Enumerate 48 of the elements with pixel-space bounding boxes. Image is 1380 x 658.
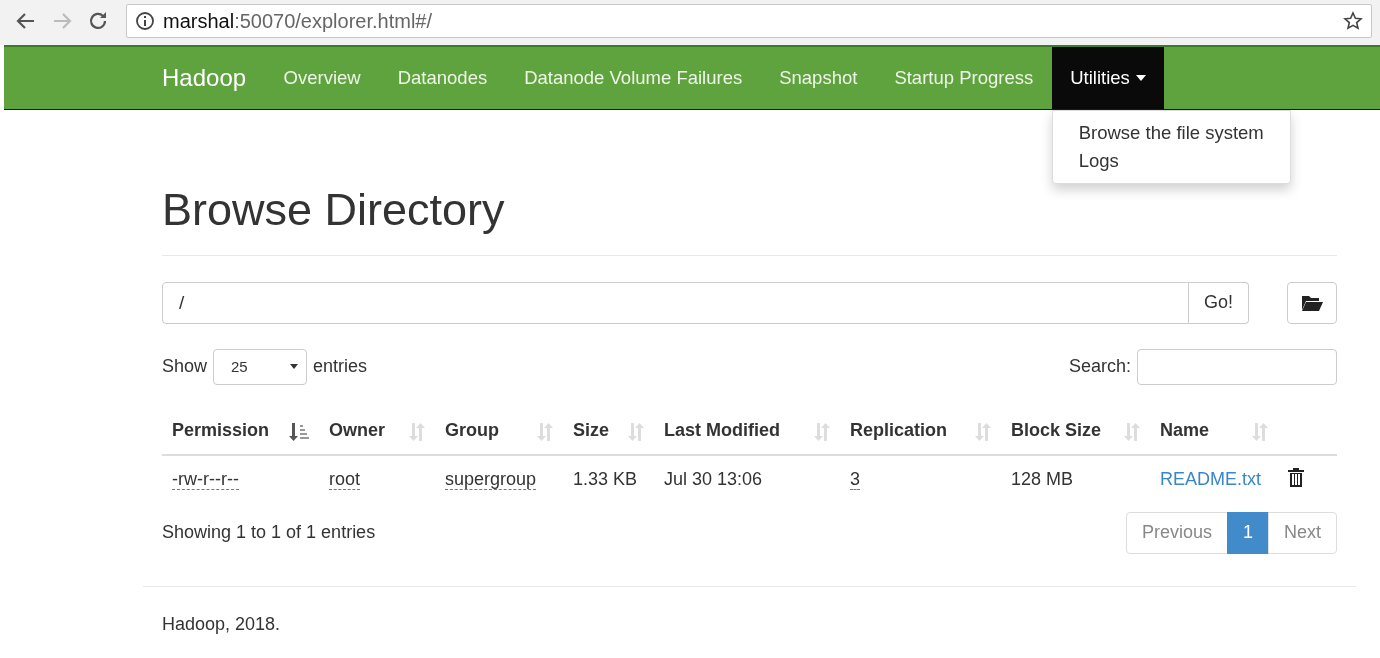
sort-icon[interactable] xyxy=(1252,422,1268,441)
table-cell: 1.33 KB xyxy=(573,469,638,489)
entries-select[interactable]: 25 xyxy=(213,348,308,385)
column-header[interactable]: Replication xyxy=(840,407,1001,455)
search-field[interactable] xyxy=(1137,348,1337,385)
column-header[interactable]: Permission xyxy=(162,407,319,455)
column-header[interactable]: Owner xyxy=(319,407,435,455)
entries-label: entries xyxy=(313,356,368,377)
file-link[interactable]: README.txt xyxy=(1160,469,1261,489)
go-button[interactable]: Go! xyxy=(1189,281,1249,324)
folder-button[interactable] xyxy=(1287,281,1337,324)
page-button[interactable]: Next xyxy=(1268,511,1337,554)
menu-item[interactable]: Logs xyxy=(1052,147,1290,175)
page-button[interactable]: Previous xyxy=(1125,511,1228,554)
address-bar[interactable]: marshal:50070/explorer.html#/ xyxy=(126,4,1372,38)
column-header[interactable]: Group xyxy=(435,407,563,455)
table-cell[interactable]: 3 xyxy=(850,469,860,490)
delete-icon[interactable] xyxy=(1288,467,1304,487)
show-label: Show xyxy=(162,356,208,377)
page-button[interactable]: 1 xyxy=(1226,511,1269,554)
column-header[interactable]: Size xyxy=(563,407,654,455)
caret-icon xyxy=(1135,75,1146,81)
sort-icon[interactable] xyxy=(409,422,425,441)
sort-ascending-icon[interactable] xyxy=(289,422,309,441)
url-text: marshal:50070/explorer.html#/ xyxy=(163,9,433,33)
dropdown-arrow-icon xyxy=(290,364,299,369)
sort-icon[interactable] xyxy=(975,422,991,441)
folder-icon xyxy=(1301,293,1323,312)
table-cell[interactable]: -rw-r--r-- xyxy=(172,469,239,490)
sort-icon[interactable] xyxy=(814,422,830,441)
table-cell[interactable]: root xyxy=(329,469,361,490)
sort-icon[interactable] xyxy=(537,422,553,441)
path-field[interactable]: / xyxy=(162,281,1189,324)
info-icon[interactable] xyxy=(135,11,155,31)
page-title: Browse Directory xyxy=(162,185,505,235)
entries-info: Showing 1 to 1 of 1 entries xyxy=(162,522,376,543)
bookmark-star-icon[interactable] xyxy=(1343,11,1363,31)
sort-icon[interactable] xyxy=(1124,422,1140,441)
search-label: Search: xyxy=(1068,356,1131,377)
column-header[interactable]: Block Size xyxy=(1001,407,1150,455)
footer-text: Hadoop, 2018. xyxy=(162,613,282,635)
table-cell: Jul 30 13:06 xyxy=(664,469,763,489)
table-cell: 128 MB xyxy=(1011,469,1074,489)
table-cell[interactable]: supergroup xyxy=(445,469,537,490)
sort-icon[interactable] xyxy=(628,422,644,441)
menu-item[interactable]: Browse the file system xyxy=(1052,119,1290,147)
column-header[interactable]: Name xyxy=(1150,407,1278,455)
column-header[interactable]: Last Modified xyxy=(654,407,840,455)
